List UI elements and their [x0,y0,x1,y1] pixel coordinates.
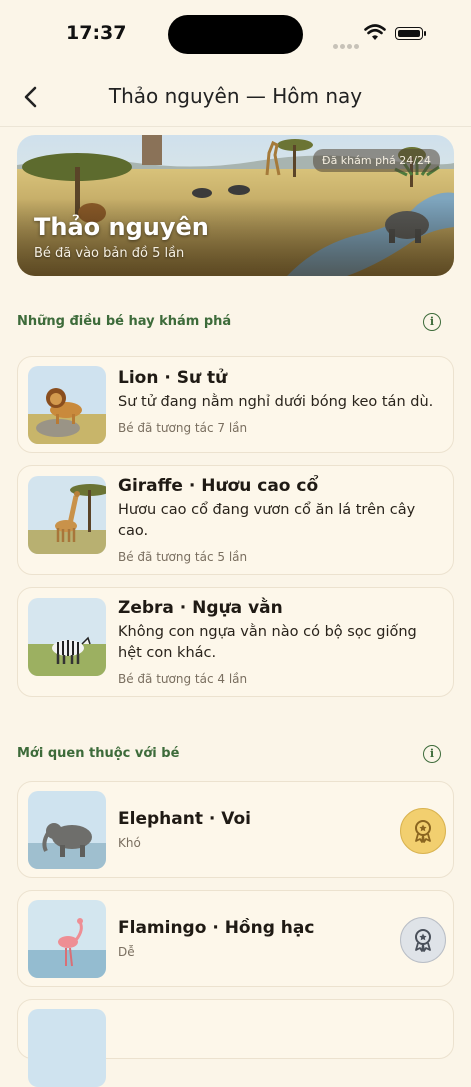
animal-card-flamingo[interactable]: Flamingo · Hồng hạc Dễ [17,890,454,987]
status-time: 17:37 [66,22,127,44]
section-heading-familiar: Mới quen thuộc với bé [17,746,180,761]
animal-card-partial[interactable] [17,999,454,1087]
info-icon[interactable]: i [423,745,441,763]
interaction-count: Bé đã tương tác 7 lần [118,421,248,435]
animal-description: Sư tử đang nằm nghỉ dưới bóng keo tán dù… [118,394,434,410]
flamingo-thumbnail [28,900,106,978]
zebra-thumbnail [28,598,106,676]
lion-thumbnail [28,366,106,444]
wifi-icon [364,24,386,40]
animal-description: Hươu cao cổ đang vươn cổ ăn lá trên cây … [118,502,416,539]
award-medal-icon [400,917,446,963]
signal-icon [333,34,361,53]
animal-title: Zebra · Ngựa vằn [118,598,283,618]
chevron-left-icon[interactable] [16,82,46,112]
animal-card-elephant[interactable]: Elephant · Voi Khó [17,781,454,878]
hero-title: Thảo nguyên [34,213,209,241]
animal-thumbnail [28,1009,106,1087]
award-medal-icon [400,808,446,854]
discovered-badge: Đã khám phá 24/24 [313,149,440,172]
animal-card-zebra[interactable]: Zebra · Ngựa vằn Không con ngựa vằn nào … [17,587,454,697]
animal-title: Elephant · Voi [118,809,251,829]
dynamic-island [168,15,303,54]
difficulty-label: Khó [118,836,141,850]
hero-subtitle: Bé đã vào bản đồ 5 lần [34,246,185,261]
interaction-count: Bé đã tương tác 4 lần [118,672,248,686]
battery-icon [395,27,423,40]
animal-title: Lion · Sư tử [118,368,228,388]
info-icon[interactable]: i [423,313,441,331]
section-heading-explored: Những điều bé hay khám phá [17,314,232,329]
animal-title: Flamingo · Hồng hạc [118,918,315,938]
difficulty-label: Dễ [118,945,135,959]
elephant-thumbnail [28,791,106,869]
giraffe-thumbnail [28,476,106,554]
nav-bar: Thảo nguyên — Hôm nay [0,70,471,127]
animal-title: Giraffe · Hươu cao cổ [118,476,319,496]
interaction-count: Bé đã tương tác 5 lần [118,550,248,564]
savanna-hero-banner: Đã khám phá 24/24 Thảo nguyên Bé đã vào … [17,135,454,276]
animal-description: Không con ngựa vằn nào có bộ sọc giống h… [118,624,417,661]
animal-card-lion[interactable]: Lion · Sư tử Sư tử đang nằm nghỉ dưới bó… [17,356,454,453]
page-title: Thảo nguyên — Hôm nay [108,84,363,108]
status-bar: 17:37 [0,0,471,70]
animal-card-giraffe[interactable]: Giraffe · Hươu cao cổ Hươu cao cổ đang v… [17,465,454,575]
